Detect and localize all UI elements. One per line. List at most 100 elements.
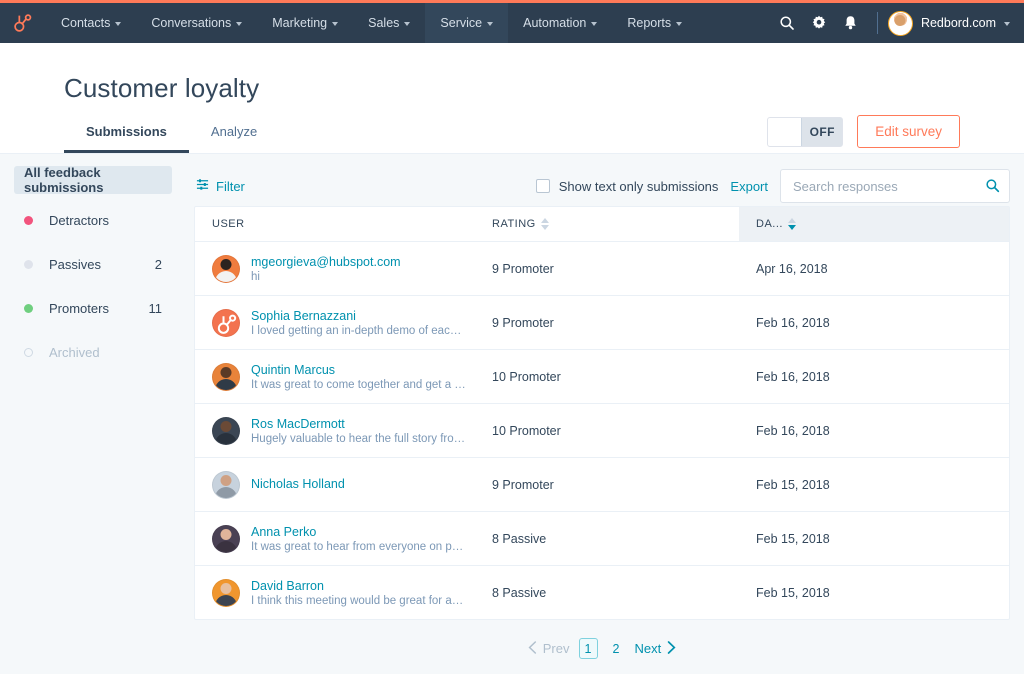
column-header-date[interactable]: DA... [739,207,1009,241]
row-user-name[interactable]: Ros MacDermott [251,417,466,431]
row-user-cell: Sophia Bernazzani I loved getting an in-… [195,309,475,337]
toggle-knob [768,118,802,146]
nav-item-sales[interactable]: Sales [353,3,425,43]
sort-arrows-icon[interactable] [541,218,549,230]
status-dot-promoters [24,304,33,313]
table-row[interactable]: mgeorgieva@hubspot.com hi 9 Promoter Apr… [195,241,1009,295]
survey-enable-toggle[interactable]: OFF [767,117,843,147]
table-row[interactable]: David Barron I think this meeting would … [195,565,1009,619]
row-user-cell: David Barron I think this meeting would … [195,579,475,607]
chevron-down-icon [676,22,682,26]
chevron-down-icon [332,22,338,26]
row-date: Feb 15, 2018 [739,478,1009,492]
tab-submissions[interactable]: Submissions [64,114,189,153]
checkbox-label: Show text only submissions [559,179,719,194]
row-user-name[interactable]: Nicholas Holland [251,477,345,491]
row-rating: 8 Passive [475,586,739,600]
nav-label: Automation [523,16,586,30]
row-user-name[interactable]: David Barron [251,579,466,593]
main-nav-items: Contacts Conversations Marketing Sales S… [46,3,697,43]
row-user-name[interactable]: mgeorgieva@hubspot.com [251,255,401,269]
sort-arrows-icon[interactable] [788,218,796,230]
avatar [212,363,240,391]
toggle-state-label: OFF [802,125,842,139]
row-user-comment: I think this meeting would be great for … [251,595,466,607]
sidebar-item-passives[interactable]: Passives 2 [14,250,172,278]
table-row[interactable]: Ros MacDermott Hugely valuable to hear t… [195,403,1009,457]
hubspot-sprocket-icon[interactable] [0,3,46,43]
column-header-rating[interactable]: RATING [475,207,739,241]
pagination-next[interactable]: Next [635,641,677,657]
nav-item-marketing[interactable]: Marketing [257,3,353,43]
sidebar-item-label: All feedback submissions [24,165,162,195]
avatar [888,11,913,36]
avatar [212,579,240,607]
gear-icon[interactable] [803,3,835,43]
table-row[interactable]: Quintin Marcus It was great to come toge… [195,349,1009,403]
column-header-user[interactable]: USER [195,207,475,241]
account-menu[interactable]: Redbord.com [888,11,1010,36]
avatar [212,417,240,445]
nav-item-automation[interactable]: Automation [508,3,612,43]
sidebar-item-promoters[interactable]: Promoters 11 [14,294,172,322]
table-toolbar: Filter Show text only submissions Export [194,166,1010,206]
search-icon[interactable] [985,178,1000,198]
show-text-only-checkbox[interactable]: Show text only submissions [536,179,719,194]
nav-item-conversations[interactable]: Conversations [136,3,257,43]
search-input[interactable] [780,169,1010,203]
nav-divider [877,12,878,34]
nav-item-service[interactable]: Service [425,3,508,43]
row-user-comment: Hugely valuable to hear the full story f… [251,433,466,445]
chevron-down-icon [236,22,242,26]
nav-item-contacts[interactable]: Contacts [46,3,136,43]
bell-icon[interactable] [835,3,867,43]
pagination-page-2[interactable]: 2 [607,638,626,659]
row-date: Feb 16, 2018 [739,316,1009,330]
top-navigation-bar: Contacts Conversations Marketing Sales S… [0,3,1024,43]
chevron-down-icon [404,22,410,26]
page-tabs: Submissions Analyze [64,114,279,153]
nav-item-reports[interactable]: Reports [612,3,697,43]
row-user-comment: It was great to come together and get a … [251,379,466,391]
status-dot-archived [24,348,33,357]
table-row[interactable]: Nicholas Holland 9 Promoter Feb 15, 2018 [195,457,1009,511]
tab-analyze[interactable]: Analyze [189,114,279,153]
avatar [212,471,240,499]
chevron-down-icon [591,22,597,26]
table-row[interactable]: Anna Perko It was great to hear from eve… [195,511,1009,565]
row-user-cell: Nicholas Holland [195,471,475,499]
row-user-comment: I loved getting an in-depth demo of each… [251,325,466,337]
row-user-name[interactable]: Sophia Bernazzani [251,309,466,323]
pagination-prev[interactable]: Prev [528,641,570,657]
sidebar-item-label: Passives [49,257,101,272]
row-user-cell: mgeorgieva@hubspot.com hi [195,255,475,283]
sidebar: All feedback submissions Detractors Pass… [0,154,180,674]
row-date: Feb 15, 2018 [739,532,1009,546]
avatar [212,525,240,553]
sidebar-item-detractors[interactable]: Detractors [14,206,172,234]
row-date: Feb 16, 2018 [739,370,1009,384]
avatar [212,309,240,337]
sidebar-item-archived[interactable]: Archived [14,338,172,366]
tab-label: Analyze [211,124,257,139]
sidebar-filter-group: Detractors Passives 2 Promoters 11 Archi… [0,206,180,366]
edit-survey-button[interactable]: Edit survey [857,115,960,148]
row-rating: 10 Promoter [475,370,739,384]
sidebar-item-all-feedback[interactable]: All feedback submissions [14,166,172,194]
row-user-name[interactable]: Quintin Marcus [251,363,466,377]
search-responses-box [780,169,1010,203]
row-user-name[interactable]: Anna Perko [251,525,466,539]
pagination: Prev 1 2 Next [194,620,1010,659]
pagination-page-1[interactable]: 1 [579,638,598,659]
row-user-cell: Ros MacDermott Hugely valuable to hear t… [195,417,475,445]
row-user-cell: Anna Perko It was great to hear from eve… [195,525,475,553]
row-date: Apr 16, 2018 [739,262,1009,276]
page-title: Customer loyalty [32,43,992,104]
filter-button[interactable]: Filter [196,178,245,194]
search-icon[interactable] [771,3,803,43]
row-rating: 9 Promoter [475,262,739,276]
export-button[interactable]: Export [730,179,768,194]
table-row[interactable]: Sophia Bernazzani I loved getting an in-… [195,295,1009,349]
nav-label: Contacts [61,16,110,30]
column-label: DA... [756,218,783,230]
